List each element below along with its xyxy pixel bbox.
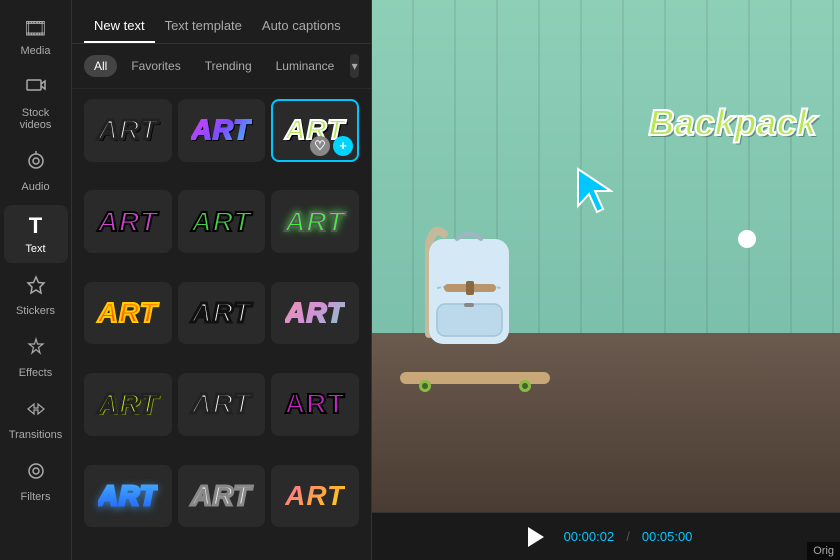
art-text-5: ART bbox=[191, 208, 251, 236]
filter-trending[interactable]: Trending bbox=[195, 55, 262, 77]
play-icon bbox=[528, 527, 544, 547]
filter-dropdown[interactable]: ▾ bbox=[350, 54, 359, 78]
art-style-14[interactable]: ART bbox=[178, 465, 266, 528]
time-separator: / bbox=[626, 529, 630, 544]
art-style-10[interactable]: ART bbox=[84, 373, 172, 436]
art-text-4: ART bbox=[98, 208, 158, 236]
audio-icon bbox=[26, 151, 46, 177]
time-total: 00:05:00 bbox=[642, 529, 693, 544]
filter-row: All Favorites Trending Luminance ▾ bbox=[72, 44, 371, 89]
sidebar-label-media: Media bbox=[21, 45, 51, 57]
art-text-12: ART bbox=[285, 390, 346, 418]
chevron-down-icon: ▾ bbox=[352, 59, 358, 73]
sidebar-label-stock: Stockvideos bbox=[20, 107, 52, 131]
filter-luminance[interactable]: Luminance bbox=[266, 55, 345, 77]
panel-tabs: New text Text template Auto captions bbox=[72, 0, 371, 44]
art-text-7: ART bbox=[98, 299, 158, 327]
art-text-6: ART bbox=[285, 208, 345, 236]
favorite-btn-3[interactable]: ♡ bbox=[310, 136, 330, 156]
transitions-icon bbox=[26, 399, 46, 425]
art-text-14: ART bbox=[191, 482, 251, 510]
art-text-9: ART bbox=[285, 299, 345, 327]
filters-icon bbox=[26, 461, 46, 487]
play-button[interactable] bbox=[520, 521, 552, 553]
media-icon: 🎞 bbox=[23, 16, 48, 41]
sidebar-item-transitions[interactable]: Transitions bbox=[4, 391, 68, 449]
sidebar-item-audio[interactable]: Audio bbox=[4, 143, 68, 201]
art-style-4[interactable]: ART bbox=[84, 190, 172, 253]
art-style-7[interactable]: ART bbox=[84, 282, 172, 345]
add-btn-3[interactable]: + bbox=[333, 136, 353, 156]
sidebar-label-effects: Effects bbox=[19, 367, 52, 379]
art-style-12[interactable]: ART bbox=[271, 373, 359, 436]
tab-new-text[interactable]: New text bbox=[84, 10, 155, 43]
art-style-2[interactable]: ART bbox=[178, 99, 266, 162]
art-text-15: ART bbox=[285, 482, 345, 510]
preview-panel: Backpack 00:00:02 / 00:05:00 Orig bbox=[372, 0, 840, 560]
art-style-5[interactable]: ART bbox=[178, 190, 266, 253]
backpack-label: Backpack bbox=[648, 102, 816, 144]
cursor-arrow-icon bbox=[573, 164, 613, 222]
sidebar-item-stock-videos[interactable]: Stockvideos bbox=[4, 69, 68, 139]
orig-badge: Orig bbox=[807, 542, 840, 560]
tab-text-template[interactable]: Text template bbox=[155, 10, 252, 43]
effects-icon bbox=[26, 337, 46, 363]
art-text-2: ART bbox=[191, 116, 251, 144]
backpack-container bbox=[409, 214, 529, 369]
art-style-6[interactable]: ART bbox=[271, 190, 359, 253]
art-style-3[interactable]: ART ♡ + bbox=[271, 99, 359, 162]
skateboard-container bbox=[395, 364, 555, 399]
text-panel: New text Text template Auto captions All… bbox=[72, 0, 372, 560]
art-style-11[interactable]: ART bbox=[178, 373, 266, 436]
sidebar-item-stickers[interactable]: Stickers bbox=[4, 267, 68, 325]
tab-auto-captions[interactable]: Auto captions bbox=[252, 10, 351, 43]
sidebar-label-text: Text bbox=[25, 243, 45, 255]
sidebar-item-effects[interactable]: Effects bbox=[4, 329, 68, 387]
art-text-11: ART bbox=[191, 390, 251, 418]
sidebar: 🎞 Media Stockvideos Audio T Text Sticker… bbox=[0, 0, 72, 560]
art-style-8[interactable]: ART bbox=[178, 282, 266, 345]
art-style-1[interactable]: ART bbox=[84, 99, 172, 162]
backpack-svg bbox=[409, 214, 529, 364]
art-style-grid: ART ART ART ♡ + ART ART ART ART ART ART bbox=[72, 89, 371, 560]
art-style-13[interactable]: ART bbox=[84, 465, 172, 528]
sidebar-item-filters[interactable]: Filters bbox=[4, 453, 68, 511]
time-current: 00:00:02 bbox=[564, 529, 615, 544]
art-style-15[interactable]: ART bbox=[271, 465, 359, 528]
sidebar-label-audio: Audio bbox=[21, 181, 49, 193]
text-icon: T bbox=[29, 213, 42, 239]
sidebar-label-stickers: Stickers bbox=[16, 305, 55, 317]
filter-all[interactable]: All bbox=[84, 55, 117, 77]
sidebar-label-transitions: Transitions bbox=[9, 429, 62, 441]
skateboard-svg bbox=[395, 364, 555, 394]
preview-canvas: Backpack bbox=[372, 0, 840, 512]
art-style-9[interactable]: ART bbox=[271, 282, 359, 345]
add-overlay-3: ♡ + bbox=[310, 136, 353, 156]
art-text-13: ART bbox=[98, 482, 158, 510]
filter-favorites[interactable]: Favorites bbox=[121, 55, 190, 77]
sidebar-item-media[interactable]: 🎞 Media bbox=[4, 8, 68, 65]
sidebar-item-text[interactable]: T Text bbox=[4, 205, 68, 263]
sidebar-label-filters: Filters bbox=[21, 491, 51, 503]
art-text-10: ART bbox=[98, 390, 158, 418]
stock-videos-icon bbox=[26, 77, 46, 103]
preview-controls: 00:00:02 / 00:05:00 Orig bbox=[372, 512, 840, 560]
art-text-8: ART bbox=[191, 299, 251, 327]
stickers-icon bbox=[26, 275, 46, 301]
art-text-1: ART bbox=[98, 116, 158, 144]
